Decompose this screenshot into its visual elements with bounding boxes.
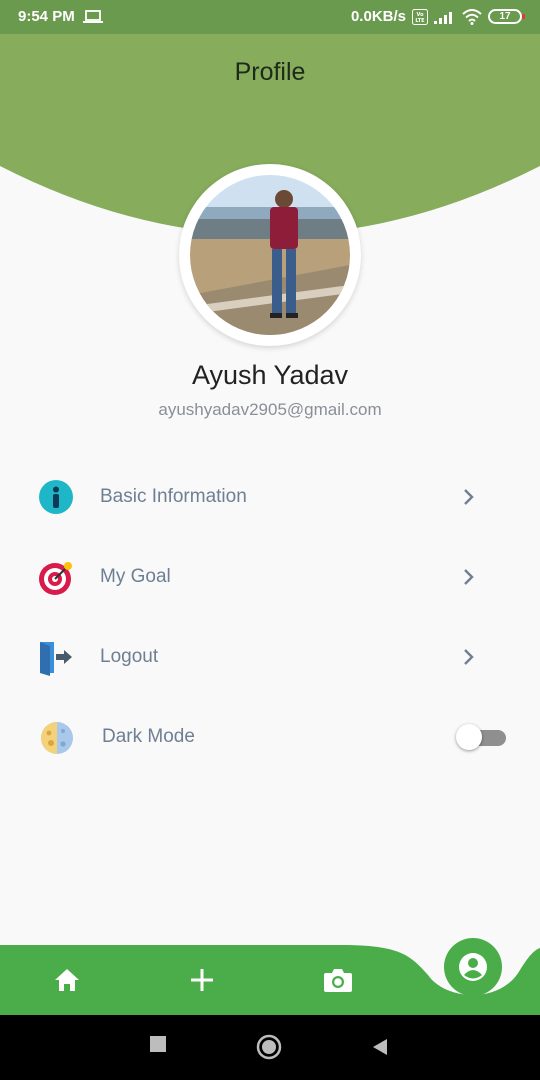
logout-icon: [40, 642, 72, 676]
system-nav-bar: [0, 1015, 540, 1080]
wifi-icon: [462, 8, 482, 25]
moon-icon: [41, 722, 73, 754]
plus-icon: [191, 969, 213, 991]
battery-icon: 17: [488, 9, 525, 24]
status-time: 9:54 PM: [18, 8, 75, 25]
volte-icon: Vo LTE: [412, 8, 428, 25]
status-bar: 9:54 PM 0.0KB/s Vo LTE 17: [0, 0, 540, 34]
menu-label: Basic Information: [100, 486, 247, 507]
user-name: Ayush Yadav: [191, 360, 349, 390]
menu-item-logout[interactable]: Logout: [36, 632, 506, 682]
user-email: ayushyadav2905@gmail.com: [158, 400, 382, 419]
status-right: 0.0KB/s Vo LTE 17: [350, 8, 525, 25]
nav-add[interactable]: [184, 962, 220, 998]
laptop-icon: [82, 9, 103, 23]
camera-icon: [324, 969, 352, 992]
menu-item-basic-information[interactable]: Basic Information: [36, 472, 506, 522]
network-speed: 0.0KB/s: [350, 8, 406, 25]
menu-item-dark-mode: Dark Mode: [36, 712, 506, 762]
nav-profile[interactable]: [444, 938, 502, 996]
battery-level: 17: [499, 11, 511, 22]
chevron-right-icon: [464, 569, 474, 585]
chevron-right-icon: [464, 489, 474, 505]
home-icon: [55, 969, 79, 991]
target-icon: [39, 562, 72, 595]
info-icon: [39, 480, 73, 514]
chevron-right-icon: [464, 649, 474, 665]
menu-label: My Goal: [100, 566, 171, 587]
back-icon[interactable]: [371, 1037, 389, 1057]
menu-label: Logout: [100, 646, 159, 667]
home-button-icon[interactable]: [256, 1034, 282, 1060]
nav-camera[interactable]: [320, 962, 356, 998]
signal-icon: [434, 11, 452, 24]
recents-icon[interactable]: [149, 1035, 167, 1053]
toggle-knob: [456, 724, 482, 750]
profile-photo: [190, 175, 350, 335]
page-title: Profile: [234, 58, 306, 86]
svg-text:LTE: LTE: [415, 18, 425, 24]
dark-mode-label: Dark Mode: [102, 726, 195, 747]
dark-mode-toggle[interactable]: [456, 724, 506, 750]
avatar[interactable]: [190, 175, 350, 335]
menu-item-my-goal[interactable]: My Goal: [36, 552, 506, 602]
person-icon: [459, 953, 487, 981]
nav-home[interactable]: [49, 962, 85, 998]
status-left: 9:54 PM: [18, 8, 103, 25]
